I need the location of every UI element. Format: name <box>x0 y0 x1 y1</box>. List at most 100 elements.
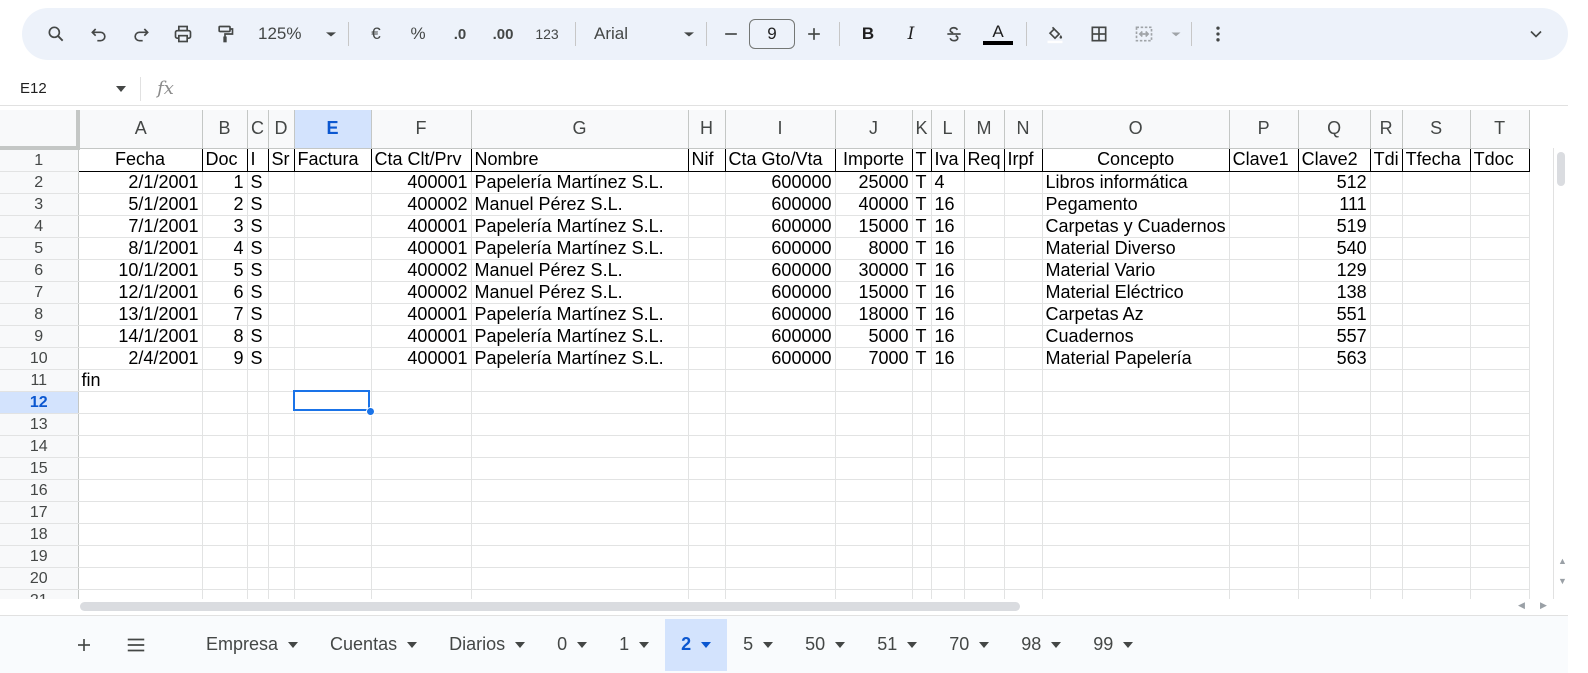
cell[interactable] <box>294 215 372 238</box>
column-header-b[interactable]: B <box>202 110 248 149</box>
cell[interactable] <box>471 479 689 502</box>
cell-concepto[interactable]: Pegamento <box>1042 193 1230 216</box>
cell[interactable] <box>725 391 836 414</box>
cell-i[interactable]: S <box>247 347 269 370</box>
cell[interactable] <box>1370 457 1403 480</box>
cell[interactable] <box>1402 523 1471 546</box>
cell-doc[interactable]: 3 <box>202 215 248 238</box>
column-header-p[interactable]: P <box>1229 110 1299 149</box>
cell[interactable] <box>1004 501 1043 524</box>
cell-doc[interactable]: 5 <box>202 259 248 282</box>
sheet-tab[interactable]: Cuentas <box>314 619 433 671</box>
cell[interactable] <box>1470 523 1530 546</box>
select-all-corner[interactable] <box>0 110 80 150</box>
cell-fecha[interactable]: 13/1/2001 <box>78 303 203 326</box>
cell-i[interactable]: S <box>247 237 269 260</box>
cell[interactable] <box>247 369 269 392</box>
cell[interactable] <box>688 193 726 216</box>
cell[interactable] <box>202 523 248 546</box>
cell[interactable] <box>1004 391 1043 414</box>
cell-cta[interactable]: 400001 <box>371 325 472 348</box>
row-header[interactable]: 10 <box>0 347 79 370</box>
cell[interactable] <box>268 193 295 216</box>
cell[interactable] <box>725 479 836 502</box>
cell[interactable] <box>964 589 1005 599</box>
cell[interactable] <box>294 281 372 304</box>
search-icon[interactable] <box>34 16 78 52</box>
cell[interactable] <box>1229 281 1299 304</box>
cell[interactable] <box>268 171 295 194</box>
cell[interactable] <box>725 435 836 458</box>
cell[interactable] <box>912 413 932 436</box>
cell[interactable] <box>964 281 1005 304</box>
cell[interactable] <box>964 457 1005 480</box>
cell[interactable] <box>688 237 726 260</box>
cell[interactable] <box>1370 237 1403 260</box>
cell[interactable] <box>688 457 726 480</box>
cell[interactable] <box>688 303 726 326</box>
cell[interactable] <box>78 479 203 502</box>
cell[interactable] <box>1229 391 1299 414</box>
cell[interactable] <box>725 413 836 436</box>
header-cell[interactable]: I <box>247 148 269 172</box>
cell[interactable] <box>294 589 372 599</box>
cell[interactable] <box>202 589 248 599</box>
cell[interactable] <box>1470 325 1530 348</box>
row-header[interactable]: 14 <box>0 435 79 458</box>
cell[interactable] <box>371 413 472 436</box>
cell-t[interactable]: T <box>912 171 932 194</box>
bold-button[interactable]: B <box>846 16 890 52</box>
cell-clave2[interactable]: 111 <box>1298 193 1371 216</box>
cell[interactable] <box>268 501 295 524</box>
cell[interactable] <box>964 567 1005 590</box>
column-header-a[interactable]: A <box>78 110 203 149</box>
cell[interactable] <box>202 457 248 480</box>
row-header[interactable]: 9 <box>0 325 79 348</box>
cell[interactable] <box>294 347 372 370</box>
cell-cta[interactable]: 400002 <box>371 193 472 216</box>
cell-gto[interactable]: 600000 <box>725 237 836 260</box>
column-header-r[interactable]: R <box>1370 110 1403 149</box>
cell[interactable] <box>1042 545 1230 568</box>
cell[interactable] <box>1370 545 1403 568</box>
cell[interactable] <box>268 281 295 304</box>
cell[interactable] <box>371 501 472 524</box>
cell-iva[interactable]: 16 <box>931 303 965 326</box>
cell-doc[interactable]: 9 <box>202 347 248 370</box>
cell[interactable] <box>688 171 726 194</box>
cell[interactable] <box>1042 501 1230 524</box>
row-header[interactable]: 13 <box>0 413 79 436</box>
cell[interactable] <box>1402 589 1471 599</box>
cell[interactable] <box>835 369 913 392</box>
cell[interactable] <box>1402 325 1471 348</box>
vertical-scrollbar[interactable]: ▲ ▼ <box>1553 148 1568 599</box>
chevron-down-icon[interactable] <box>515 641 526 648</box>
cell[interactable] <box>268 545 295 568</box>
cell[interactable] <box>1229 171 1299 194</box>
cell-gto[interactable]: 600000 <box>725 171 836 194</box>
cell-cta[interactable]: 400002 <box>371 281 472 304</box>
cell[interactable] <box>1229 457 1299 480</box>
cell[interactable] <box>247 589 269 599</box>
header-cell[interactable]: Iva <box>931 148 965 172</box>
cell[interactable] <box>247 479 269 502</box>
cell-importe[interactable]: 30000 <box>835 259 913 282</box>
cell[interactable] <box>1004 237 1043 260</box>
cell[interactable] <box>1004 479 1043 502</box>
row-header[interactable]: 15 <box>0 457 79 480</box>
cell[interactable] <box>835 457 913 480</box>
cell[interactable] <box>688 325 726 348</box>
cell[interactable] <box>1402 479 1471 502</box>
chevron-down-icon[interactable] <box>835 641 846 648</box>
name-box[interactable]: E12 <box>0 74 140 104</box>
cell-nombre[interactable]: Papelería Martínez S.L. <box>471 303 689 326</box>
cell[interactable] <box>1229 501 1299 524</box>
chevron-down-icon[interactable] <box>763 641 774 648</box>
row-header[interactable]: 12 <box>0 391 79 414</box>
cell[interactable] <box>688 523 726 546</box>
cell[interactable] <box>268 457 295 480</box>
cell-nombre[interactable]: Papelería Martínez S.L. <box>471 325 689 348</box>
cell[interactable] <box>78 457 203 480</box>
column-header-i[interactable]: I <box>725 110 836 149</box>
cell[interactable] <box>1470 215 1530 238</box>
